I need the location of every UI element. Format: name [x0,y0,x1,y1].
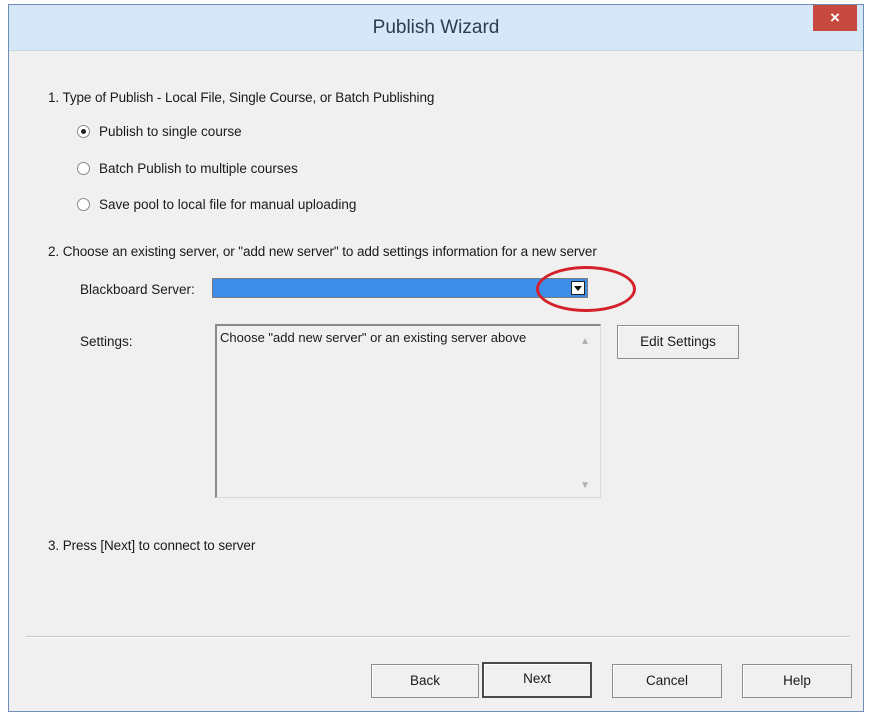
blackboard-server-label: Blackboard Server: [80,282,195,297]
close-icon: × [830,8,840,27]
radio-publish-single-course[interactable]: Publish to single course [77,122,242,140]
step3-heading: 3. Press [Next] to connect to server [48,538,256,553]
radio-label: Batch Publish to multiple courses [99,160,298,176]
cancel-button[interactable]: Cancel [612,664,722,698]
close-button[interactable]: × [813,5,857,31]
scroll-down-icon[interactable]: ▼ [580,480,590,491]
annotation-circle [536,266,636,312]
back-button[interactable]: Back [371,664,479,698]
step1-heading: 1. Type of Publish - Local File, Single … [48,90,435,105]
scroll-up-icon[interactable]: ▲ [580,336,590,347]
footer-divider [26,636,850,638]
blackboard-server-dropdown[interactable] [212,278,588,298]
settings-textarea[interactable]: Choose "add new server" or an existing s… [215,324,601,498]
step2-heading: 2. Choose an existing server, or "add ne… [48,244,597,259]
dialog-title: Publish Wizard [372,17,500,38]
edit-settings-button[interactable]: Edit Settings [617,325,739,359]
radio-save-local-file[interactable]: Save pool to local file for manual uploa… [77,195,356,213]
radio-button[interactable] [77,197,90,211]
next-button[interactable]: Next [482,662,592,698]
radio-batch-publish[interactable]: Batch Publish to multiple courses [77,159,298,177]
settings-label: Settings: [80,334,133,349]
radio-label: Save pool to local file for manual uploa… [99,196,357,212]
radio-label: Publish to single course [99,123,242,139]
radio-button-checked[interactable] [77,124,90,138]
radio-button[interactable] [77,161,90,175]
help-button[interactable]: Help [742,664,852,698]
title-bar: Publish Wizard × [9,5,863,51]
settings-text: Choose "add new server" or an existing s… [220,330,527,345]
